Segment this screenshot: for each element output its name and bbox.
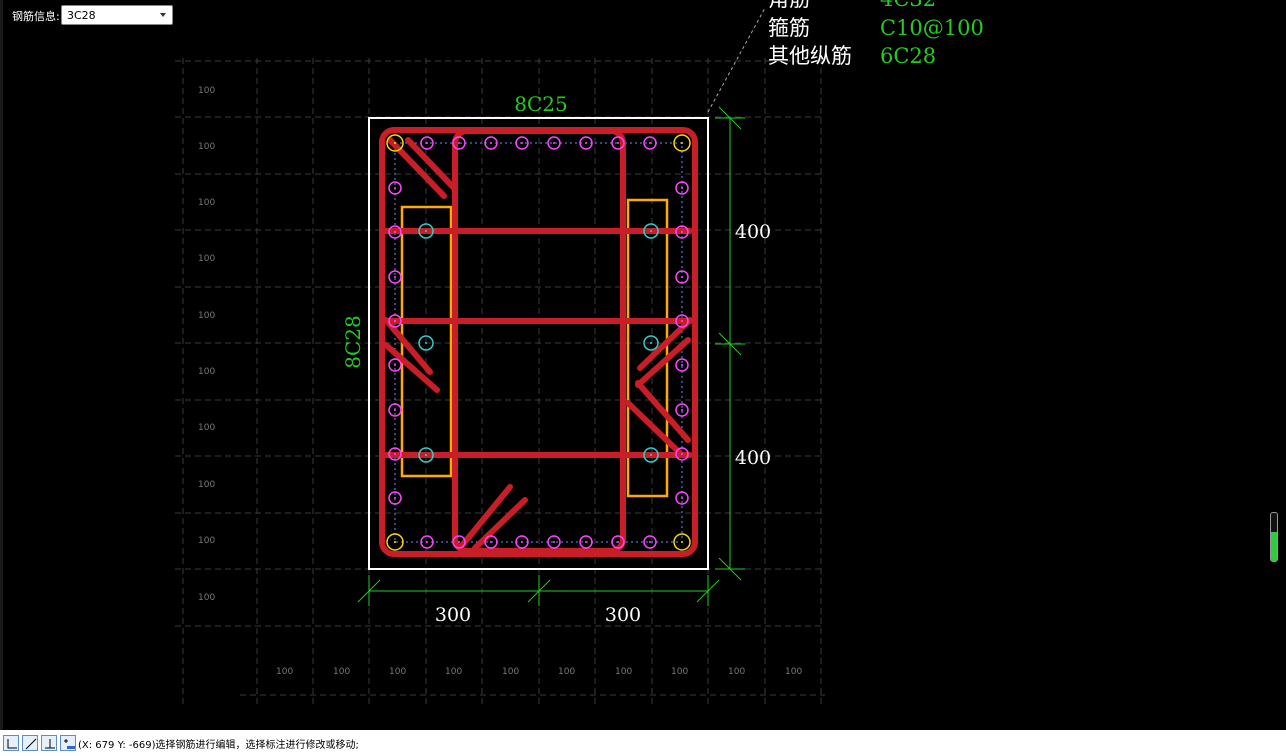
grid-tick-label-y: 100 <box>198 254 215 264</box>
zoom-level-fill <box>1271 532 1277 561</box>
legend-value-2: 6C28 <box>880 44 936 68</box>
legend-value-0: 4C32 <box>880 0 936 11</box>
side-bar-right[interactable] <box>675 358 689 372</box>
grid-tick-label-y: 100 <box>198 423 215 433</box>
side-bar-right[interactable] <box>675 403 689 417</box>
rebar-info-toolbar: 钢筋信息: <box>12 6 60 26</box>
legend-name-0: 角筋 <box>768 0 810 11</box>
bottom-bar[interactable] <box>547 535 561 549</box>
grid-tick-label-x: 100 <box>728 667 745 677</box>
status-bar: (X: 679 Y: -669)选择钢筋进行编辑，选择标注进行修改或移动; <box>0 730 1286 756</box>
dim-bottom-left[interactable]: 300 <box>435 604 471 626</box>
chevron-down-icon <box>160 13 166 17</box>
grid-tick-label-y: 100 <box>198 593 215 603</box>
grid-tick-label-y: 100 <box>198 86 215 96</box>
line-tool-icon[interactable] <box>22 735 38 751</box>
grid-tick-label-x: 100 <box>785 667 802 677</box>
dim-bottom-right[interactable]: 300 <box>605 604 641 626</box>
legend-value-1: C10@100 <box>880 16 984 40</box>
add-dimension-icon[interactable] <box>60 735 76 751</box>
status-message: (X: 679 Y: -669)选择钢筋进行编辑，选择标注进行修改或移动; <box>78 739 359 751</box>
legend-name-1: 箍筋 <box>768 16 810 40</box>
grid-tick-label-y: 100 <box>198 311 215 321</box>
left-bar-label[interactable]: 8C28 <box>341 315 365 368</box>
grid-tick-label-x: 100 <box>671 667 688 677</box>
grid-tick-label-y: 100 <box>198 198 215 208</box>
dim-right-upper[interactable]: 400 <box>735 221 771 243</box>
rebar-info-select[interactable]: 3C28 <box>61 5 173 25</box>
grid-tick-label-x: 100 <box>502 667 519 677</box>
grid-labels: 100 100 100 100 100 100 100 100 100 100 100 100 100 1… <box>198 86 802 677</box>
legend-name-2: 其他纵筋 <box>768 44 852 68</box>
background-grid <box>175 58 825 705</box>
grid-tick-label-x: 100 <box>389 667 406 677</box>
grid-tick-label-x: 100 <box>558 667 575 677</box>
grid-tick-label-y: 100 <box>198 142 215 152</box>
grid-tick-label-y: 100 <box>198 536 215 546</box>
rebar-legend: 角筋 4C32 箍筋 C10@100 其他纵筋 6C28 <box>768 0 984 68</box>
top-bar-label[interactable]: 8C25 <box>514 92 567 116</box>
top-bar[interactable] <box>547 136 561 150</box>
grid-tick-label-y: 100 <box>198 480 215 490</box>
leader-line <box>707 7 766 113</box>
grid-tick-label-y: 100 <box>198 367 215 377</box>
rebar-info-select-value: 3C28 <box>67 8 96 22</box>
grid-tick-label-x: 100 <box>445 667 462 677</box>
rebar-info-label: 钢筋信息: <box>12 10 60 23</box>
zoom-scroll-indicator[interactable] <box>1270 512 1278 562</box>
dim-right-lower[interactable]: 400 <box>735 447 771 469</box>
grid-tick-label-x: 100 <box>276 667 293 677</box>
perpendicular-tool-icon[interactable] <box>41 735 57 751</box>
grid-tick-label-x: 100 <box>615 667 632 677</box>
grid-tick-label-x: 100 <box>333 667 350 677</box>
corner-tool-icon[interactable] <box>3 735 19 751</box>
side-bar-left[interactable] <box>388 270 402 284</box>
corner-bar[interactable] <box>386 533 404 551</box>
bottom-bar[interactable] <box>643 535 657 549</box>
drawing-canvas[interactable]: 100 100 100 100 100 100 100 100 100 100 100 100 100 1… <box>0 0 1286 730</box>
